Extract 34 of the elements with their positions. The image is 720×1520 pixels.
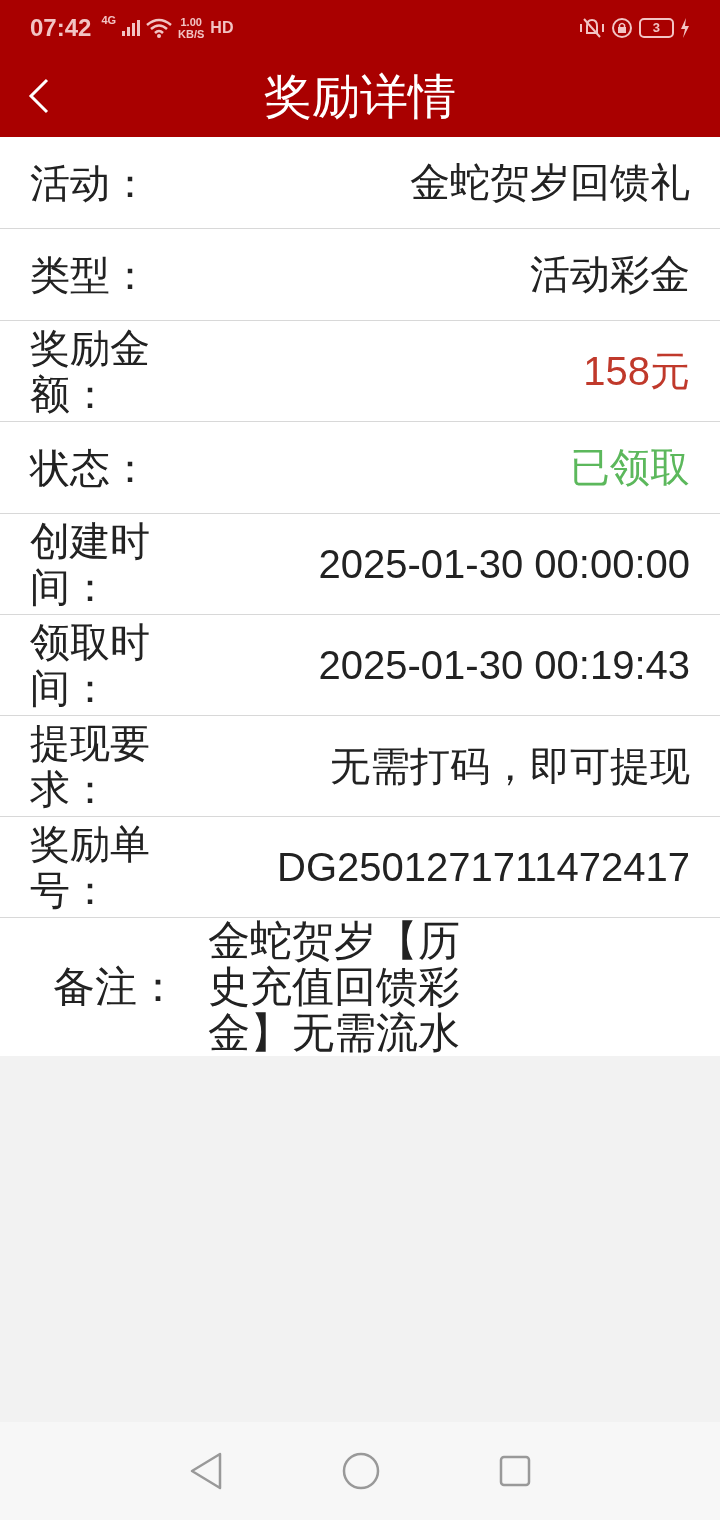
field-label: 创建时间： xyxy=(30,518,151,611)
field-value: 活动彩金 xyxy=(529,251,690,298)
network-type: 4G xyxy=(101,14,117,26)
field-value: 已领取 xyxy=(569,444,690,491)
field-label: 奖励金额： xyxy=(30,325,151,418)
recents-nav-icon[interactable] xyxy=(498,1455,531,1487)
speed-unit: KB/S xyxy=(178,28,205,40)
field-value: 2025-01-30 00:19:43 xyxy=(317,642,690,688)
field-value: 2025-01-30 00:00:00 xyxy=(317,541,690,587)
field-label: 领取时间： xyxy=(30,619,151,712)
field-label: 备注： xyxy=(53,962,180,1012)
field-value: 158元 xyxy=(582,347,690,395)
battery-level: 3 xyxy=(638,18,674,38)
field-value: 无需打码，即可提现 xyxy=(329,742,690,790)
back-button[interactable] xyxy=(28,78,50,114)
field-label: 提现要求： xyxy=(30,720,151,813)
page-title: 奖励详情 xyxy=(264,68,456,125)
back-nav-icon[interactable] xyxy=(189,1452,224,1490)
bell-muted-icon xyxy=(578,17,605,39)
signal-icon xyxy=(122,20,141,36)
field-label: 状态： xyxy=(30,444,151,492)
home-nav-icon[interactable] xyxy=(342,1452,380,1490)
charging-icon xyxy=(680,18,690,38)
field-value: 金蛇贺岁回馈礼 xyxy=(409,159,690,206)
field-label: 奖励单号： xyxy=(30,821,151,914)
field-label: 类型： xyxy=(30,251,151,299)
field-value: DG2501271711472417 xyxy=(276,844,690,890)
rotation-lock-icon xyxy=(610,17,633,39)
wifi-icon xyxy=(146,18,173,38)
field-label: 活动： xyxy=(30,159,151,207)
hd-indicator: HD xyxy=(210,19,234,37)
status-time: 07:42 xyxy=(30,14,92,42)
speed-value: 1.00 xyxy=(180,16,202,28)
note-text: 金蛇贺岁【历史充值回馈彩金】无需流水 xyxy=(208,918,461,1056)
